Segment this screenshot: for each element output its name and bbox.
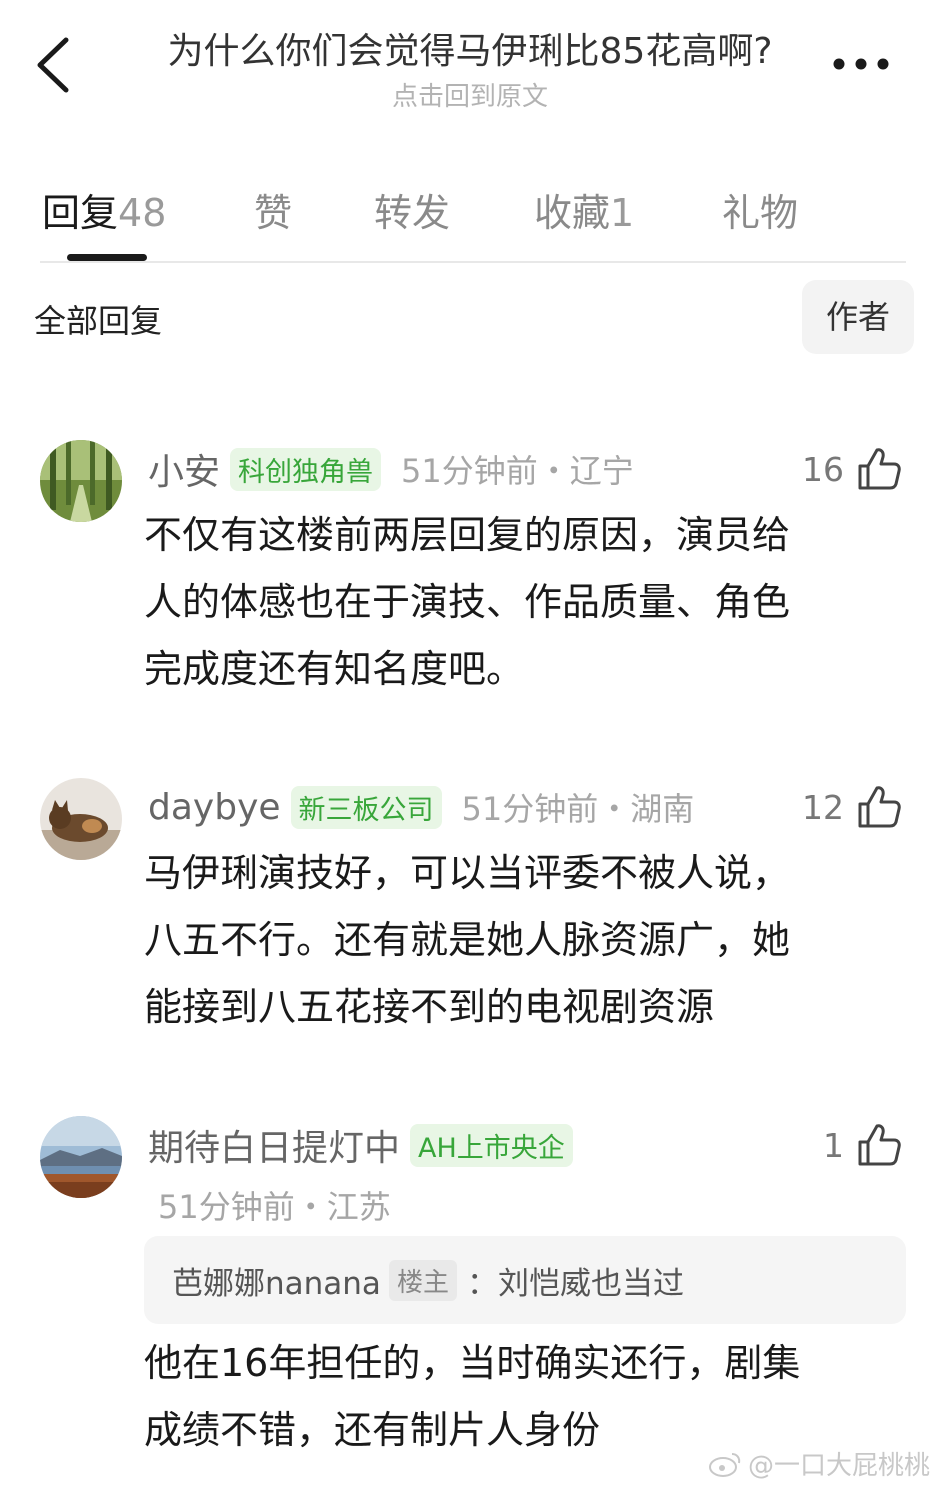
more-dots-icon [833,58,889,70]
tab-count: 48 [118,191,167,235]
time-location: 51分钟前・湖南 [461,790,695,828]
like-count: 12 [802,787,844,827]
tab-reposts[interactable]: 转发 [374,182,450,237]
comment-meta: daybye 新三板公司 51分钟前・湖南 [148,782,694,832]
active-tab-indicator [67,254,147,261]
avatar[interactable] [40,778,122,860]
avatar-cat-image [40,778,122,860]
tab-bar: 回复48 赞 转发 收藏1 礼物 [0,168,940,264]
quoted-username[interactable]: 芭娜娜nanana [172,1258,381,1303]
tab-replies[interactable]: 回复48 [42,182,166,237]
comment-text-line: 不仅有这楼前两层回复的原因，演员给 [144,513,791,557]
tab-favorites[interactable]: 收藏1 [534,182,634,237]
like-button[interactable]: 12 [802,782,902,832]
username[interactable]: 小安 [148,443,220,495]
quoted-text: ：刘恺威也当过 [466,1265,684,1302]
tab-label: 赞 [254,191,293,235]
back-button[interactable] [28,30,84,100]
quoted-reply[interactable]: 芭娜娜nanana 楼主 ：刘恺威也当过 [144,1236,906,1324]
comment-meta: 期待白日提灯中 AH上市央企 [148,1120,573,1170]
like-button[interactable]: 1 [823,1120,902,1170]
user-badge: 科创独角兽 [230,447,382,491]
user-badge: AH上市央企 [410,1123,573,1167]
like-button[interactable]: 16 [802,444,902,494]
thumbs-up-icon [858,1124,901,1166]
avatar-landscape-image [40,1116,122,1198]
author-only-button[interactable]: 作者 [802,280,914,354]
like-count: 16 [802,449,844,489]
avatar[interactable] [40,440,122,522]
comment-text-line: 他在16年担任的，当时确实还行，剧集 [144,1341,801,1385]
comment-body: 不仅有这楼前两层回复的原因，演员给 人的体感也在于演技、作品质量、角色 完成度还… [144,502,914,703]
tab-label: 回复 [42,191,119,235]
like-count: 1 [823,1125,844,1165]
avatar-forest-image [40,440,122,522]
comment-text-line: 马伊琍演技好，可以当评委不被人说， [144,851,791,895]
tab-label: 收藏 [534,191,611,235]
divider [40,261,906,263]
post-title[interactable]: 为什么你们会觉得马伊琍比85花高啊? [110,22,830,74]
comment-text-line: 人的体感也在于演技、作品质量、角色 [144,580,791,624]
time-location: 51分钟前・江苏 [158,1188,391,1226]
comment-text-line: 八五不行。还有就是她人脉资源广，她 [144,918,791,962]
weibo-logo-icon [708,1452,741,1477]
avatar[interactable] [40,1116,122,1198]
chevron-left-icon [37,37,69,93]
tab-gifts[interactable]: 礼物 [722,182,798,237]
comment-body: 马伊琍演技好，可以当评委不被人说， 八五不行。还有就是她人脉资源广，她 能接到八… [144,840,914,1041]
username[interactable]: daybye [148,787,281,828]
comment-text-line: 能接到八五花接不到的电视剧资源 [144,985,715,1029]
more-options-button[interactable] [828,48,894,80]
comment-meta: 小安 科创独角兽 51分钟前・辽宁 [148,444,634,494]
username[interactable]: 期待白日提灯中 [148,1119,400,1171]
top-bar: 为什么你们会觉得马伊琍比85花高啊? 点击回到原文 [0,0,940,130]
watermark: @一口大屁桃桃 [708,1445,930,1482]
watermark-text: @一口大屁桃桃 [747,1451,930,1481]
tab-label: 礼物 [722,191,799,235]
user-badge: 新三板公司 [290,785,442,829]
tab-label: 转发 [374,191,451,235]
thumbs-up-icon [858,786,901,828]
tab-count: 1 [610,191,635,235]
op-tag: 楼主 [388,1259,457,1301]
back-to-original-link[interactable]: 点击回到原文 [110,76,830,113]
comment-text-line: 完成度还有知名度吧。 [144,647,525,691]
thumbs-up-icon [858,448,901,490]
comment-body: 他在16年担任的，当时确实还行，剧集 成绩不错，还有制片人身份 [144,1330,914,1464]
all-replies-filter[interactable]: 全部回复 [34,296,162,342]
tab-likes[interactable]: 赞 [254,182,292,237]
time-location: 51分钟前・辽宁 [401,452,634,490]
